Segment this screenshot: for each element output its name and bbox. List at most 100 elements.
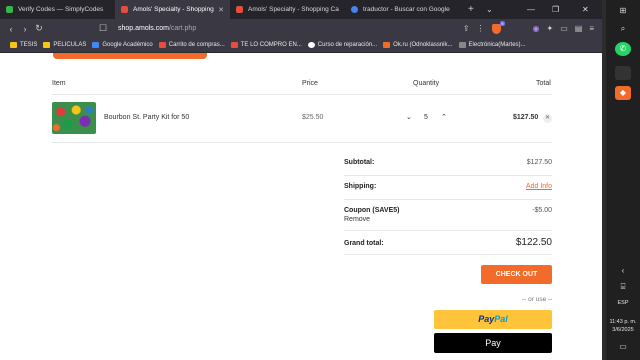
- apple-pay-button[interactable]: Pay: [434, 333, 552, 353]
- bookmark-peliculas[interactable]: PELICULAS: [43, 42, 86, 48]
- product-image[interactable]: [52, 102, 96, 134]
- divider: [344, 199, 552, 200]
- quantity-value[interactable]: 5: [424, 114, 428, 121]
- wallet-icon[interactable]: ▤: [575, 24, 583, 33]
- app-icon[interactable]: [615, 66, 631, 80]
- share-icon[interactable]: ⇪: [463, 24, 470, 33]
- header-item: Item: [52, 80, 66, 87]
- bookmark-label: PELICULAS: [53, 42, 87, 48]
- paypal-pay-text: Pay: [478, 314, 495, 324]
- language-indicator[interactable]: ESP: [606, 300, 640, 306]
- bookmark-electronica[interactable]: Electrónica(Martes)...: [458, 42, 526, 48]
- header-price: Price: [302, 80, 318, 87]
- search-icon[interactable]: ⌕: [615, 22, 631, 36]
- cart-page: Item Price Quantity Total Bourbon St. Pa…: [0, 53, 602, 360]
- tab-favicon-icon: [351, 6, 358, 13]
- divider: [344, 175, 552, 176]
- brave-browser-icon[interactable]: ◆: [615, 86, 631, 100]
- bookmark-okru[interactable]: Ok.ru (Odnoklassnik...: [383, 42, 453, 48]
- bookmark-tesis[interactable]: TESIS: [10, 42, 37, 48]
- clock-date[interactable]: 3/6/2025: [606, 327, 640, 333]
- continue-shopping-button[interactable]: [53, 53, 207, 59]
- whatsapp-icon[interactable]: ✆: [615, 42, 631, 56]
- browser-tab-3[interactable]: traductor - Buscar con Google: [345, 0, 460, 19]
- divider: [52, 142, 552, 143]
- windows-taskbar: ⊞ ⌕ ✆ ◆ ‹ ⌸ ESP 11:43 p. m. 3/6/2025 ▭: [606, 0, 640, 360]
- menu-icon[interactable]: ≡: [589, 24, 594, 33]
- bookmark-te-lo-compro[interactable]: TE LO COMPRO EN...: [230, 42, 302, 48]
- remove-coupon-link[interactable]: Remove: [344, 216, 370, 223]
- bookmarks-bar: TESIS PELICULAS Google Académico Carrito…: [0, 38, 602, 53]
- close-tab-icon[interactable]: ✕: [218, 6, 224, 14]
- bookmark-google-academico[interactable]: Google Académico: [92, 42, 153, 48]
- browser-tab-2[interactable]: Amols' Specialty - Shopping Cart: [230, 0, 345, 19]
- sidebar-icon[interactable]: ▭: [560, 24, 568, 33]
- network-icon[interactable]: ⌸: [615, 280, 631, 294]
- tab-favicon-icon: [121, 6, 128, 13]
- header-total: Total: [536, 80, 551, 87]
- divider: [52, 94, 552, 95]
- bookmark-icon[interactable]: ☐: [96, 23, 110, 34]
- remove-item-icon[interactable]: ✕: [543, 114, 552, 123]
- more-icon[interactable]: ⋮: [477, 24, 485, 33]
- product-total: $127.50: [513, 114, 539, 121]
- apple-pay-label: Pay: [485, 338, 501, 348]
- brave-shield-icon[interactable]: 9: [491, 20, 505, 34]
- cart-icon: [158, 42, 166, 48]
- extension-icon[interactable]: ◉: [533, 24, 540, 33]
- grand-total-label: Grand total:: [344, 240, 384, 247]
- bookmark-label: Electrónica(Martes)...: [468, 42, 526, 48]
- tab-bar: Verify Codes — SimplyCodes Amols' Specia…: [0, 0, 602, 19]
- bookmark-label: TESIS: [20, 42, 38, 48]
- start-icon[interactable]: ⊞: [615, 4, 631, 18]
- bookmark-carrito[interactable]: Carrito de compras...: [158, 42, 225, 48]
- browser-tab-1[interactable]: Amols' Specialty - Shopping Cart ✕: [115, 0, 230, 19]
- back-icon[interactable]: ‹: [4, 24, 18, 34]
- close-window-icon[interactable]: ✕: [582, 0, 589, 19]
- bookmark-label: Google Académico: [102, 42, 153, 48]
- clock-time[interactable]: 11:43 p. m.: [606, 319, 640, 325]
- or-use-text: -- or use --: [522, 296, 553, 303]
- notifications-icon[interactable]: ▭: [615, 340, 631, 354]
- grand-total-value: $122.50: [515, 237, 552, 248]
- add-shipping-info-link[interactable]: Add Info: [526, 183, 552, 190]
- url-path: /cart.php: [168, 25, 197, 32]
- tab-label: Amols' Specialty - Shopping Cart: [133, 6, 214, 13]
- header-quantity: Quantity: [413, 80, 440, 87]
- coupon-value: -$5.00: [532, 207, 552, 214]
- bookmark-curso[interactable]: Curso de reparación...: [307, 42, 378, 48]
- address-bar: ‹ › ↻ ☐ shop.amols.com/cart.php ⇪ ⋮ 9 ◉ …: [0, 19, 602, 38]
- bookmark-label: Curso de reparación...: [317, 42, 378, 48]
- tab-label: Amols' Specialty - Shopping Cart: [248, 6, 339, 13]
- forward-icon[interactable]: ›: [18, 24, 32, 34]
- scholar-icon: [92, 42, 100, 48]
- quantity-decrease-icon[interactable]: ⌄: [406, 113, 412, 121]
- tab-search-icon[interactable]: ⌄: [486, 0, 493, 19]
- coupon-label: Coupon (SAVE5): [344, 207, 400, 214]
- folder-icon: [10, 42, 17, 48]
- url-field[interactable]: shop.amols.com/cart.php: [118, 25, 196, 32]
- extensions-icon[interactable]: ✦: [547, 24, 554, 33]
- paypal-button[interactable]: PayPal: [434, 310, 552, 329]
- new-tab-icon[interactable]: +: [468, 4, 474, 15]
- url-host: shop.amols.com: [118, 25, 169, 32]
- bookmark-label: Ok.ru (Odnoklassnik...: [393, 42, 453, 48]
- folder-icon: [43, 42, 51, 48]
- reload-icon[interactable]: ↻: [32, 23, 46, 34]
- page-icon: [230, 42, 238, 48]
- browser-tab-0[interactable]: Verify Codes — SimplyCodes: [0, 0, 115, 19]
- product-price: $25.50: [302, 114, 324, 121]
- quantity-increase-icon[interactable]: ⌃: [441, 113, 447, 121]
- tab-favicon-icon: [236, 6, 243, 13]
- subtotal-label: Subtotal:: [344, 159, 375, 166]
- maximize-icon[interactable]: ❐: [552, 0, 559, 19]
- bookmark-label: Carrito de compras...: [168, 42, 225, 48]
- shield-count: 9: [500, 20, 505, 26]
- chevron-left-icon[interactable]: ‹: [615, 264, 631, 278]
- subtotal-value: $127.50: [526, 159, 552, 166]
- divider: [344, 230, 552, 231]
- minimize-icon[interactable]: —: [527, 0, 535, 19]
- product-name[interactable]: Bourbon St. Party Kit for 50: [104, 114, 189, 121]
- checkout-button[interactable]: CHECK OUT: [481, 265, 552, 284]
- shipping-label: Shipping:: [344, 183, 377, 190]
